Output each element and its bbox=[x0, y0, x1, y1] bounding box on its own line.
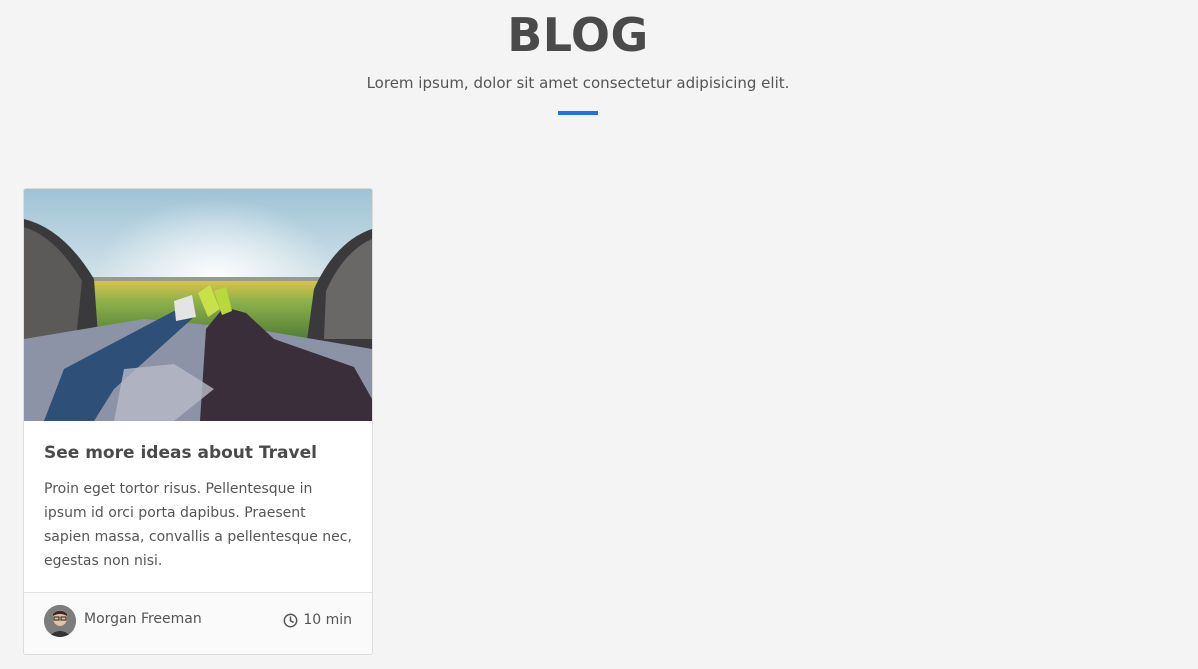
card-title[interactable]: See more ideas about Travel bbox=[44, 443, 354, 463]
page-subtitle: Lorem ipsum, dolor sit amet consectetur … bbox=[366, 74, 790, 92]
avatar[interactable] bbox=[44, 605, 76, 637]
read-time: 10 min bbox=[283, 612, 352, 628]
card-excerpt: Proin eget tortor risus. Pellentesque in… bbox=[44, 481, 352, 569]
card-footer: Morgan Freeman 10 min bbox=[24, 592, 372, 654]
author-name[interactable]: Morgan Freeman bbox=[84, 611, 202, 627]
card-image[interactable] bbox=[24, 189, 372, 421]
read-time-label: 10 min bbox=[303, 612, 352, 628]
page-title: BLOG bbox=[507, 8, 649, 62]
clock-icon bbox=[283, 613, 298, 627]
card-body: See more ideas about Travel Proin eget t… bbox=[44, 443, 354, 573]
title-underline bbox=[558, 111, 598, 115]
blog-card[interactable]: See more ideas about Travel Proin eget t… bbox=[23, 188, 373, 655]
avatar-image bbox=[44, 605, 76, 637]
